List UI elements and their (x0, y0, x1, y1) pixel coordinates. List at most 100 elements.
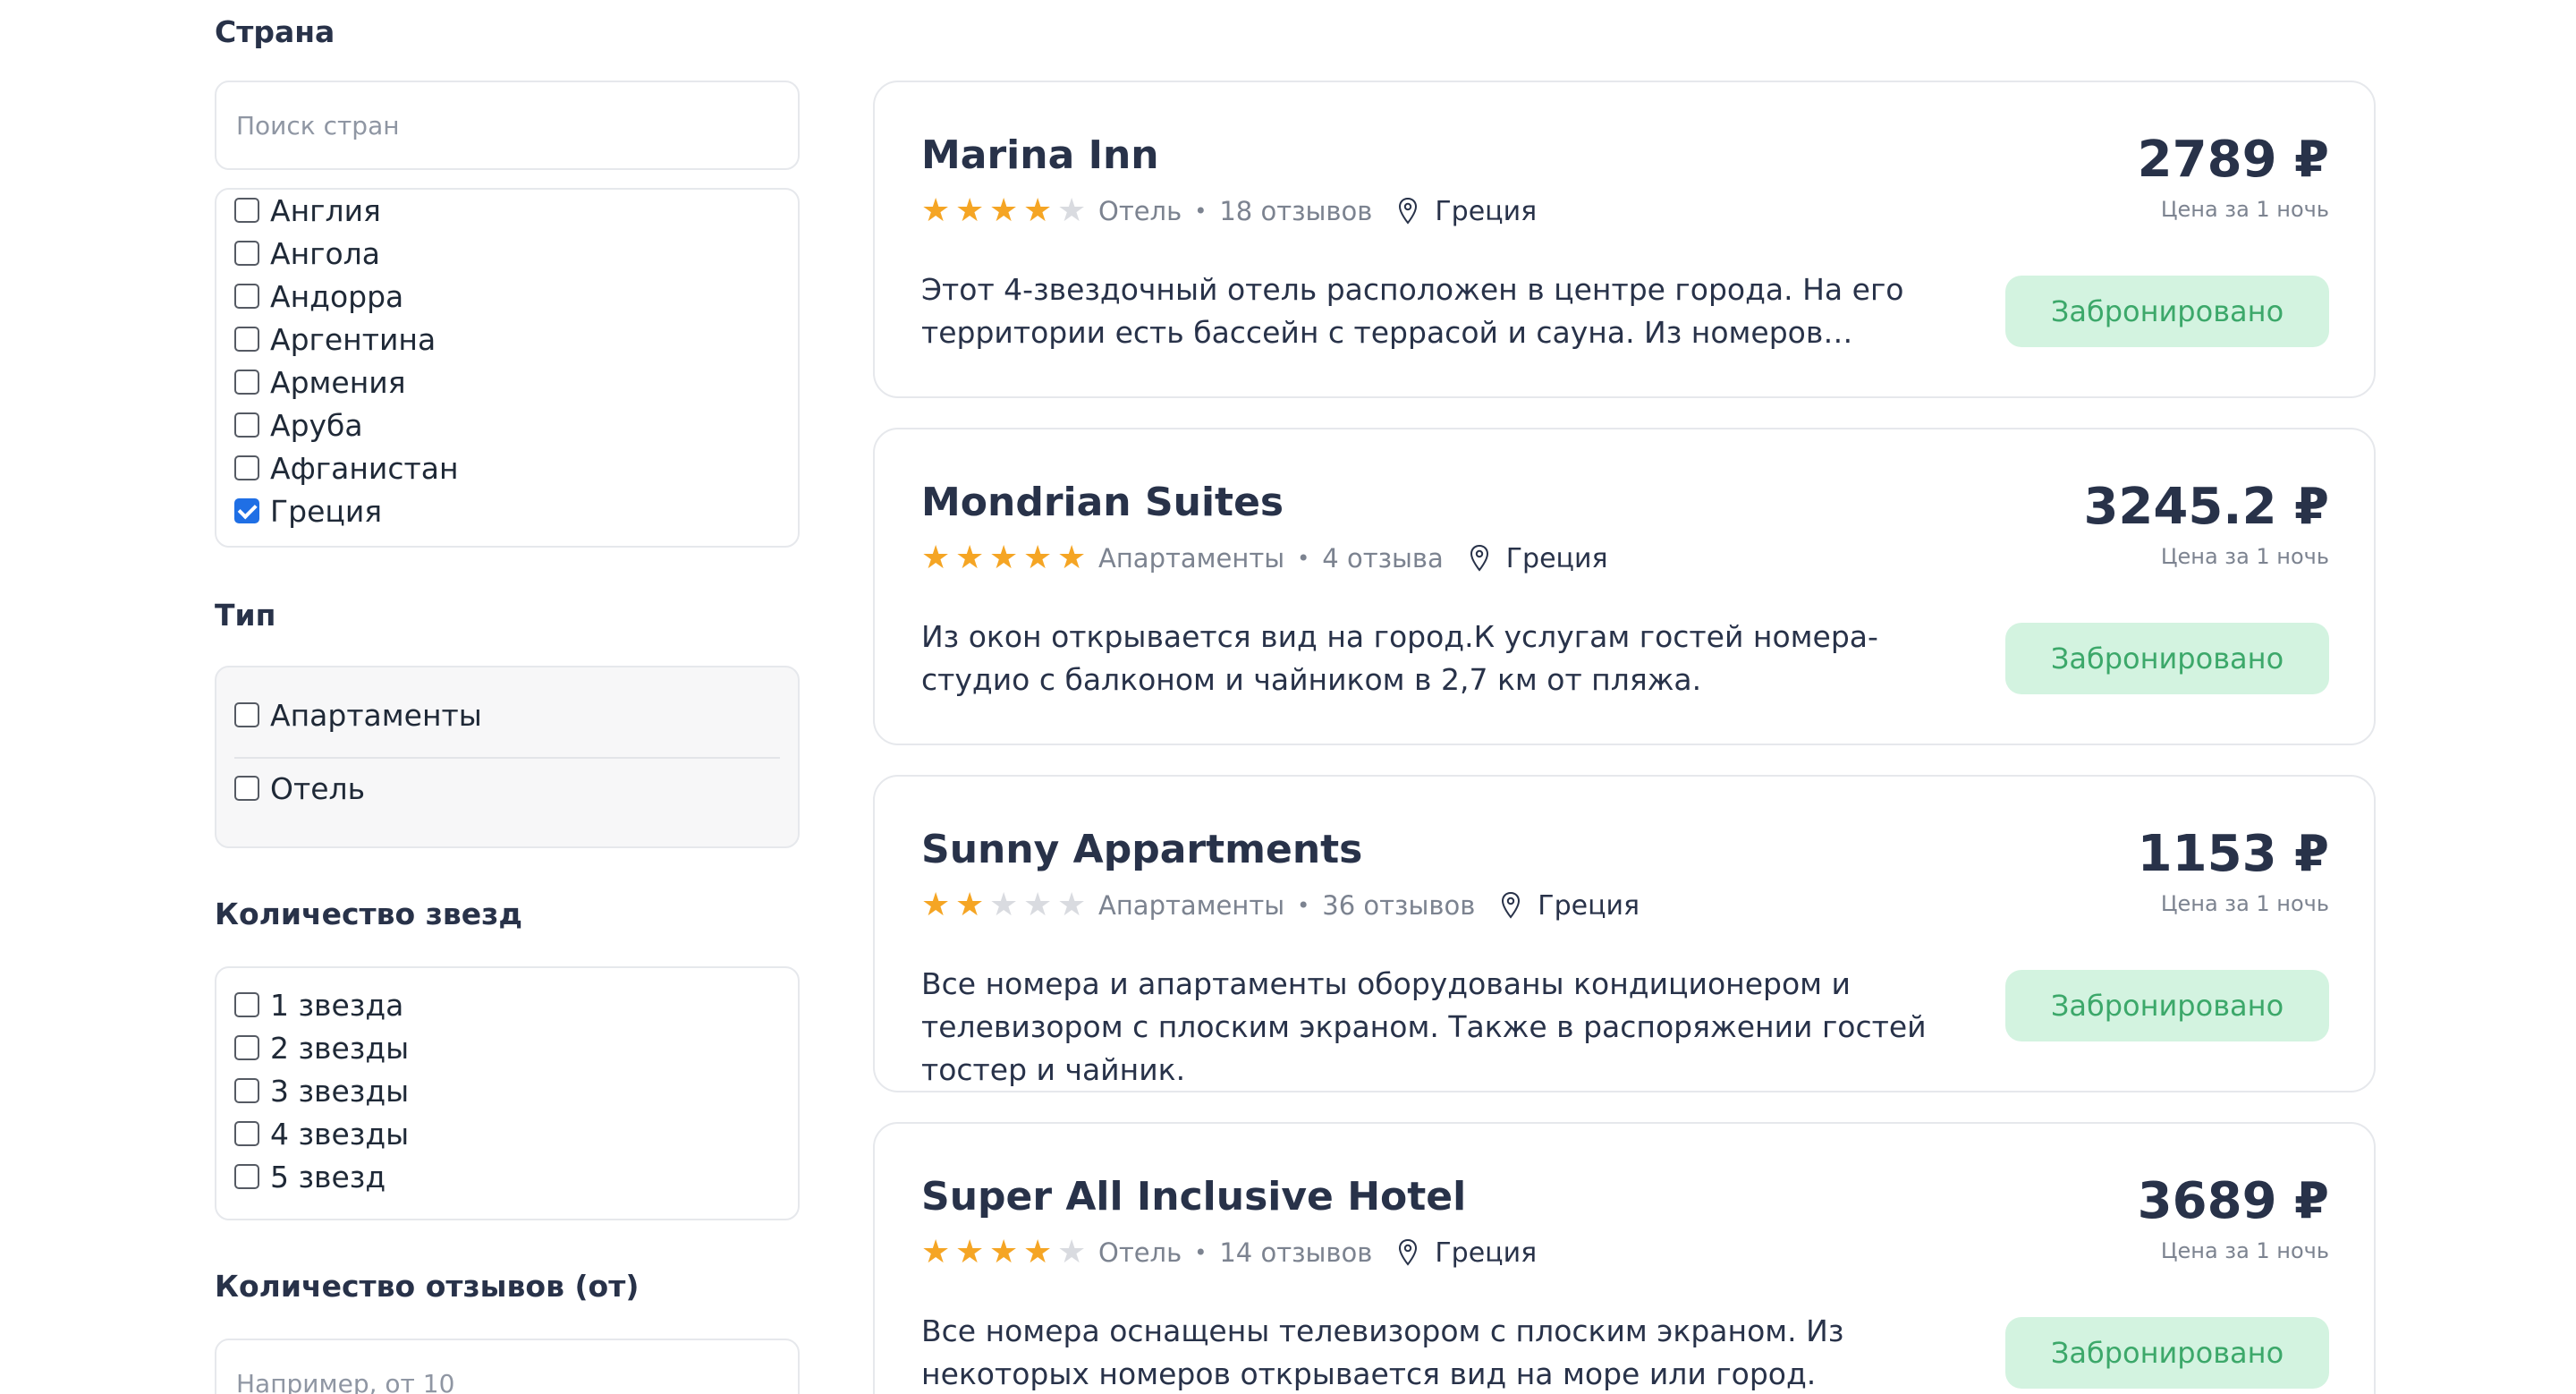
reviews-count: 18 отзывов (1219, 196, 1373, 226)
checkbox[interactable] (234, 702, 259, 727)
stars-option-3[interactable]: 3 звезды (234, 1070, 409, 1111)
star-filled-icon: ★ (1023, 192, 1053, 229)
country-option-label: Ангола (270, 235, 380, 271)
type-filter-title: Тип (215, 598, 276, 633)
rating-stars: ★ ★ ★ ★ ★ (921, 195, 1091, 227)
country-option-armenia[interactable]: Армения (234, 361, 406, 403)
hotel-card[interactable]: Mondrian Suites ★ ★ ★ ★ ★ Апартаменты • 4 от… (873, 428, 2376, 745)
checkbox[interactable] (234, 198, 259, 223)
star-filled-icon: ★ (955, 192, 985, 229)
checkbox[interactable] (234, 1164, 259, 1189)
hotel-type: Апартаменты (1098, 890, 1285, 921)
star-filled-icon: ★ (921, 1234, 951, 1271)
type-option-label: Апартаменты (270, 697, 482, 733)
rating-stars: ★ ★ ★ ★ ★ (921, 542, 1091, 574)
hotel-price: 1153 ₽ (2137, 825, 2329, 883)
star-filled-icon: ★ (921, 887, 951, 923)
checkbox[interactable] (234, 412, 259, 438)
divider (234, 757, 780, 759)
reviews-min-field[interactable] (215, 1339, 800, 1394)
checkbox[interactable] (234, 370, 259, 395)
star-filled-icon: ★ (1057, 540, 1087, 576)
stars-option-5[interactable]: 5 звезд (234, 1156, 386, 1197)
reviews-count: 14 отзывов (1219, 1237, 1373, 1268)
hotel-card[interactable]: Sunny Appartments ★ ★ ★ ★ ★ Апартаменты • 36… (873, 775, 2376, 1092)
country-option-label: Аруба (270, 407, 363, 443)
country-option-label: Аргентина (270, 321, 436, 357)
star-empty-icon: ★ (1057, 1234, 1087, 1271)
hotel-name[interactable]: Mondrian Suites (921, 480, 1284, 525)
price-caption: Цена за 1 ночь (2160, 891, 2329, 916)
booked-button[interactable]: Забронировано (2005, 276, 2329, 347)
hotel-card[interactable]: Marina Inn ★ ★ ★ ★ ★ Отель • 18 отзывов Грец… (873, 81, 2376, 398)
reviews-count: 4 отзыва (1322, 543, 1444, 574)
hotel-description: Из окон открывается вид на город.К услуг… (921, 619, 1878, 697)
checkbox[interactable] (234, 284, 259, 309)
star-filled-icon: ★ (989, 1234, 1019, 1271)
checkbox[interactable] (234, 992, 259, 1017)
separator-dot: • (1194, 199, 1208, 224)
hotel-price: 3689 ₽ (2137, 1172, 2329, 1230)
country-option-afghanistan[interactable]: Афганистан (234, 447, 459, 489)
location-pin-icon (1399, 1238, 1418, 1266)
star-empty-icon: ★ (1057, 887, 1087, 923)
booked-button[interactable]: Забронировано (2005, 1317, 2329, 1389)
stars-filter-title: Количество звезд (215, 897, 522, 931)
hotel-country: Греция (1538, 889, 1640, 922)
rating-stars: ★ ★ ★ ★ ★ (921, 1237, 1091, 1269)
checkbox[interactable] (234, 1121, 259, 1146)
stars-option-2[interactable]: 2 звезды (234, 1027, 409, 1068)
country-option-andorra[interactable]: Андорра (234, 276, 403, 317)
hotel-name[interactable]: Marina Inn (921, 132, 1159, 178)
type-option-apartments[interactable]: Апартаменты (234, 694, 482, 735)
hotel-description: Все номера и апартаменты оборудованы кон… (921, 966, 1927, 1087)
hotel-description: Этот 4-звездочный отель расположен в цен… (921, 272, 1904, 350)
star-filled-icon: ★ (921, 540, 951, 576)
checkbox[interactable] (234, 776, 259, 801)
star-filled-icon: ★ (955, 540, 985, 576)
checkbox[interactable] (234, 1078, 259, 1103)
hotel-country: Греция (1505, 542, 1608, 574)
country-option-argentina[interactable]: Аргентина (234, 319, 436, 360)
hotel-name[interactable]: Sunny Appartments (921, 827, 1362, 872)
country-list[interactable]: Англия Ангола Андорра Аргентина Армения … (215, 188, 800, 548)
country-option-greece[interactable]: Греция (234, 490, 382, 531)
star-empty-icon: ★ (1057, 192, 1087, 229)
type-option-label: Отель (270, 770, 366, 806)
stars-option-1[interactable]: 1 звезда (234, 984, 403, 1025)
rating-stars: ★ ★ ★ ★ ★ (921, 889, 1091, 922)
country-option-label: Андорра (270, 278, 404, 314)
price-caption: Цена за 1 ночь (2160, 1238, 2329, 1263)
reviews-min-input[interactable] (216, 1340, 798, 1394)
stars-option-label: 5 звезд (270, 1159, 386, 1194)
location-pin-icon (1502, 891, 1521, 919)
stars-filter-panel: 1 звезда 2 звезды 3 звезды 4 звезды 5 зв… (215, 966, 800, 1220)
stars-option-label: 2 звезды (270, 1030, 410, 1066)
separator-dot: • (1297, 546, 1310, 571)
booked-button[interactable]: Забронировано (2005, 970, 2329, 1041)
country-option-angola[interactable]: Ангола (234, 233, 380, 274)
country-filter-title: Страна (215, 14, 335, 49)
country-search-input[interactable] (216, 82, 798, 168)
separator-dot: • (1297, 893, 1310, 918)
location-pin-icon (1399, 197, 1418, 225)
checkbox[interactable] (234, 327, 259, 352)
hotel-type: Отель (1098, 1237, 1182, 1268)
checkbox[interactable] (234, 1035, 259, 1060)
checkbox-checked[interactable] (234, 498, 259, 523)
reviews-filter-title: Количество отзывов (от) (215, 1269, 640, 1304)
country-search-field[interactable] (215, 81, 800, 170)
booked-button[interactable]: Забронировано (2005, 623, 2329, 694)
type-option-hotel[interactable]: Отель (234, 768, 365, 809)
star-filled-icon: ★ (1023, 1234, 1053, 1271)
hotel-card[interactable]: Super All Inclusive Hotel ★ ★ ★ ★ ★ Отель • … (873, 1122, 2376, 1394)
hotel-name[interactable]: Super All Inclusive Hotel (921, 1174, 1466, 1220)
checkbox[interactable] (234, 241, 259, 266)
location-pin-icon (1470, 544, 1488, 572)
star-filled-icon: ★ (921, 192, 951, 229)
country-option-england[interactable]: Англия (234, 190, 381, 231)
country-option-aruba[interactable]: Аруба (234, 404, 363, 446)
stars-option-4[interactable]: 4 звезды (234, 1113, 409, 1154)
checkbox[interactable] (234, 455, 259, 480)
star-filled-icon: ★ (989, 192, 1019, 229)
